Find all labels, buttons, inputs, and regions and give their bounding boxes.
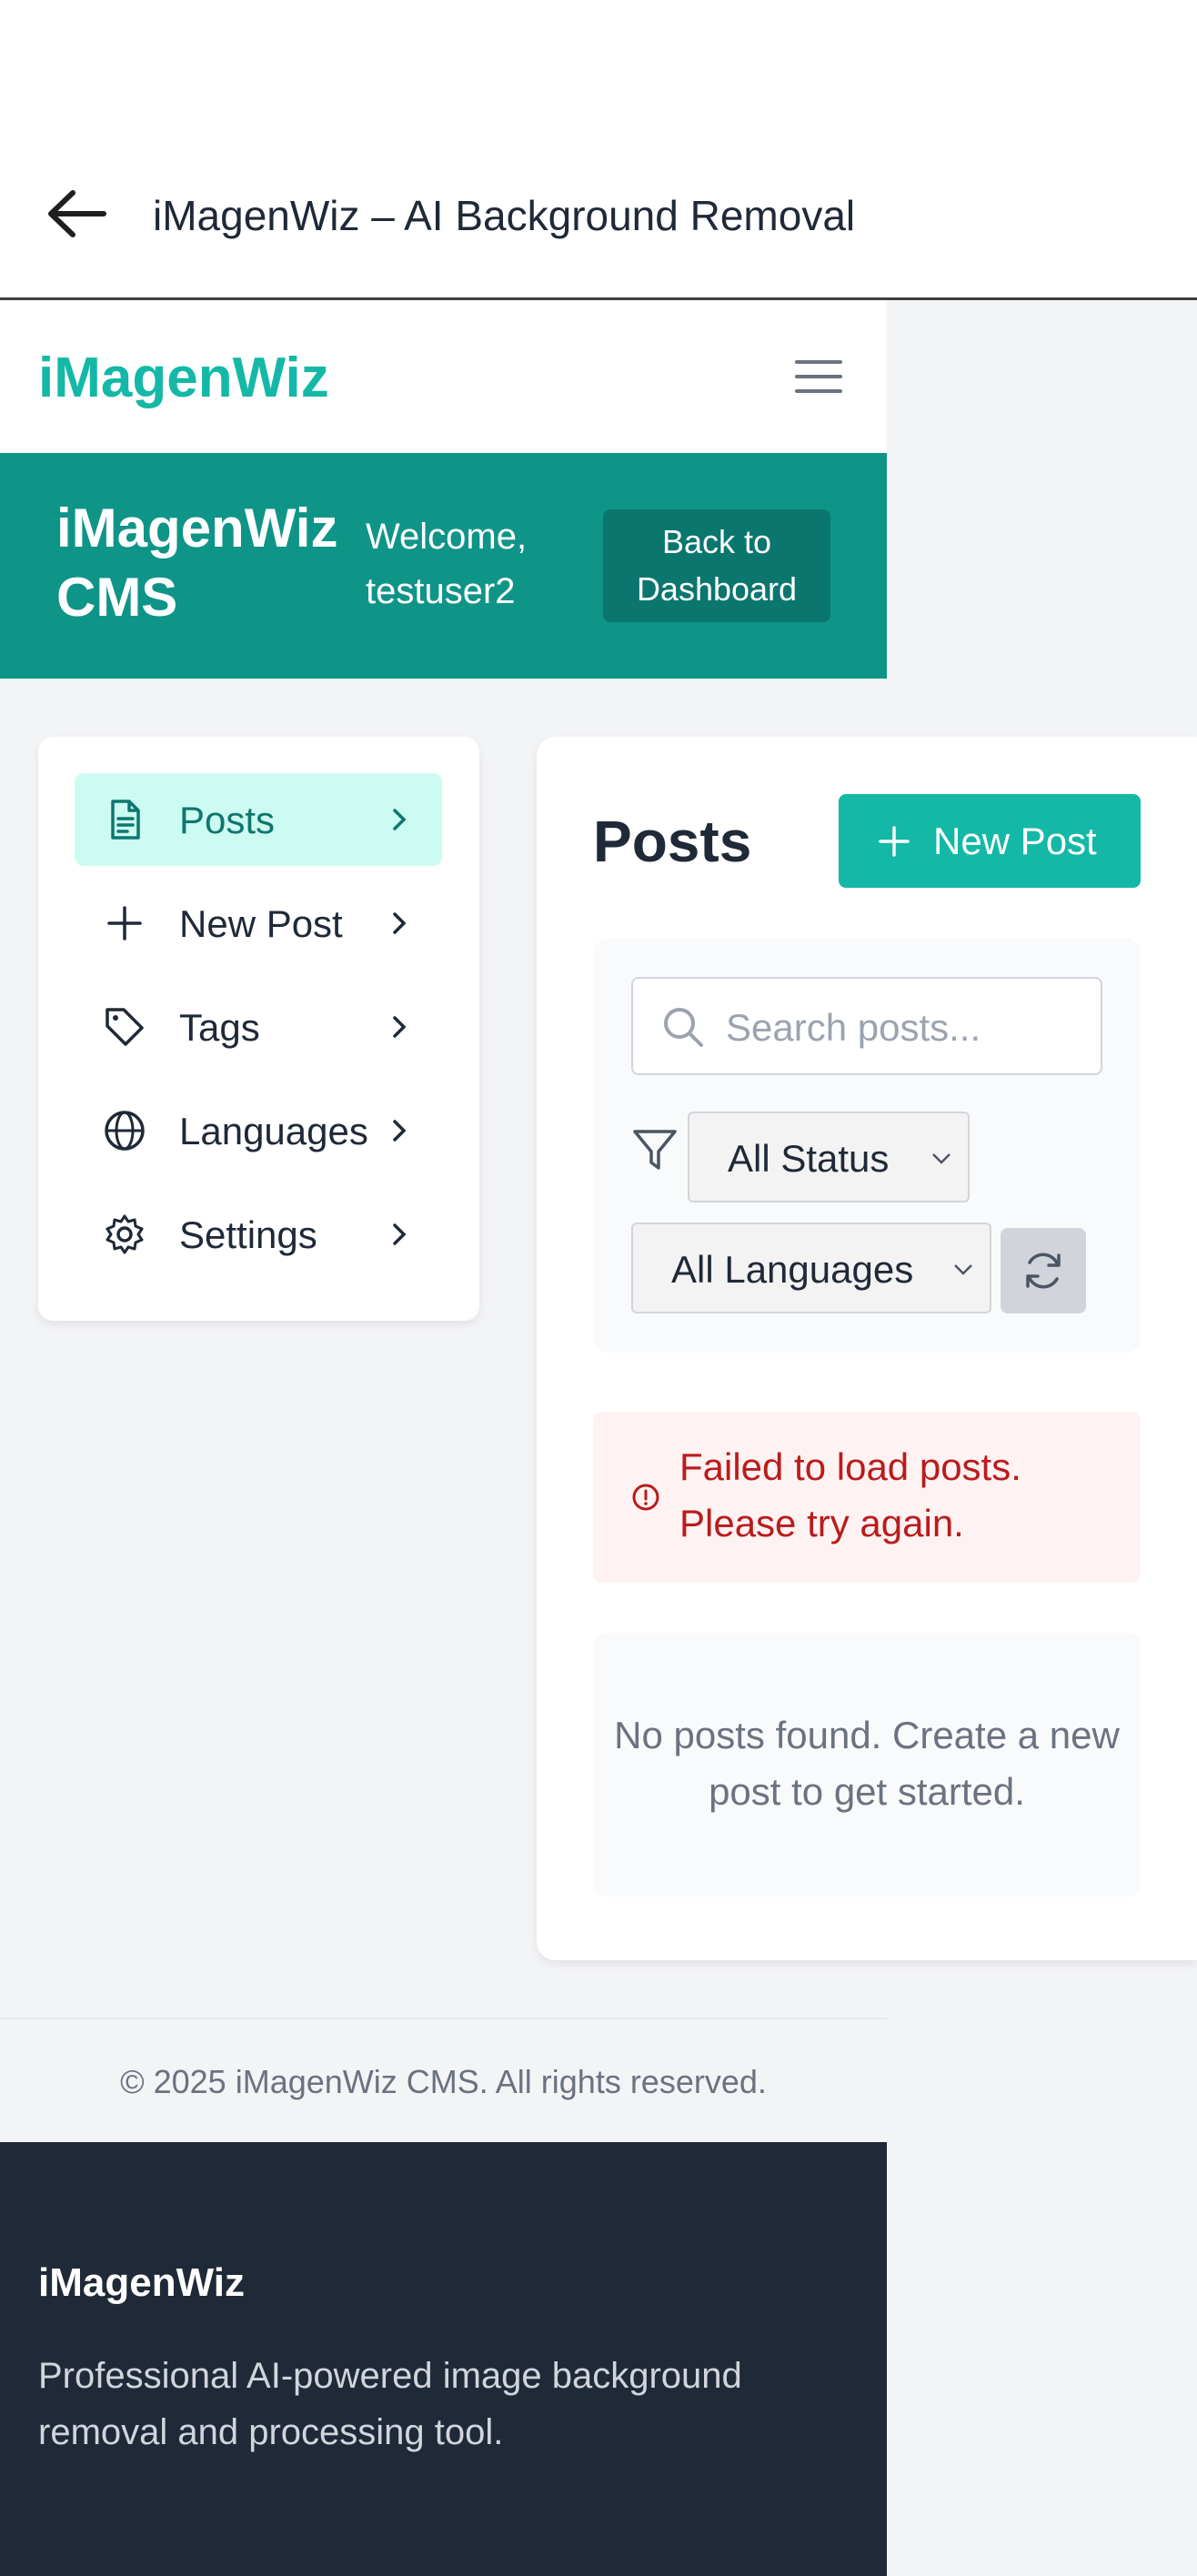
sidebar-item-posts[interactable]: Posts <box>75 773 442 866</box>
filter-icon <box>633 1130 677 1170</box>
page-title: Posts <box>593 809 752 874</box>
refresh-icon <box>1026 1253 1061 1289</box>
chevron-right-icon <box>393 912 407 934</box>
search-input[interactable] <box>724 997 1091 1059</box>
arrow-left-icon[interactable] <box>40 182 113 246</box>
footer-brand: iMagenWiz <box>38 2260 245 2305</box>
copyright-text: © 2025 iMagenWiz CMS. All rights reserve… <box>120 2063 767 2100</box>
posts-panel: Posts New Post All Status <box>537 737 1197 1960</box>
empty-message: No posts found. Create a new post to get… <box>614 1714 1120 1813</box>
plus-icon <box>879 826 910 857</box>
document-icon <box>111 800 140 840</box>
sidebar-item-label: New Post <box>179 902 343 945</box>
gear-icon <box>106 1214 144 1254</box>
chevron-down-icon <box>954 1264 972 1275</box>
hamburger-menu-icon[interactable] <box>793 353 844 400</box>
app-title: iMagenWiz – AI Background Removal <box>153 192 856 239</box>
language-select-value: All Languages <box>671 1248 914 1291</box>
site-header: iMagenWiz <box>0 300 887 453</box>
filter-panel: All Status All Languages <box>593 939 1141 1353</box>
search-field[interactable] <box>631 977 1102 1075</box>
chevron-right-icon <box>393 809 407 830</box>
cms-banner: iMagenWiz CMS Welcome, testuser2 Back to… <box>0 453 887 679</box>
status-select[interactable]: All Status <box>688 1112 970 1202</box>
error-alert: Failed to load posts. Please try again. <box>593 1412 1141 1583</box>
site-footer: iMagenWiz Professional AI-powered image … <box>0 2142 887 2576</box>
empty-state: No posts found. Create a new post to get… <box>593 1633 1141 1897</box>
sidebar-item-new-post[interactable]: New Post <box>75 877 442 970</box>
tag-icon <box>106 1008 144 1046</box>
copyright-bar: © 2025 iMagenWiz CMS. All rights reserve… <box>0 2018 887 2144</box>
chevron-down-icon <box>932 1153 951 1164</box>
plus-icon <box>107 906 142 941</box>
back-to-dashboard-button[interactable]: Back to Dashboard <box>603 509 830 622</box>
cms-title: iMagenWiz CMS <box>56 498 338 628</box>
error-message: Failed to load posts. Please try again. <box>679 1445 1021 1545</box>
logo[interactable]: iMagenWiz <box>38 346 329 410</box>
alert-circle-icon <box>632 1484 659 1511</box>
sidebar-item-settings[interactable]: Settings <box>75 1188 442 1281</box>
sidebar-item-label: Posts <box>179 799 276 841</box>
cms-page: iMagenWiz iMagenWiz CMS Welcome, testuse… <box>0 300 1197 2576</box>
new-post-label: New Post <box>933 820 1097 862</box>
sidebar-item-label: Tags <box>179 1006 260 1049</box>
new-post-button[interactable]: New Post <box>839 794 1141 888</box>
language-select[interactable]: All Languages <box>631 1223 991 1313</box>
sidebar-item-label: Settings <box>179 1213 317 1256</box>
refresh-button[interactable] <box>1001 1228 1086 1313</box>
app-top-bar: iMagenWiz – AI Background Removal <box>0 0 1197 300</box>
cms-sidebar: Posts New Post Tags Languages Settings <box>38 737 479 1321</box>
chevron-right-icon <box>393 1120 407 1142</box>
sidebar-item-languages[interactable]: Languages <box>75 1084 442 1177</box>
chevron-right-icon <box>393 1223 407 1245</box>
footer-description: Professional AI-powered image background… <box>38 2356 742 2452</box>
sidebar-item-tags[interactable]: Tags <box>75 981 442 1073</box>
search-icon <box>664 1008 703 1047</box>
status-select-value: All Status <box>728 1137 890 1180</box>
sidebar-item-label: Languages <box>179 1110 368 1152</box>
globe-icon <box>105 1111 145 1151</box>
welcome-text: Welcome, testuser2 <box>366 517 528 611</box>
chevron-right-icon <box>393 1016 407 1038</box>
